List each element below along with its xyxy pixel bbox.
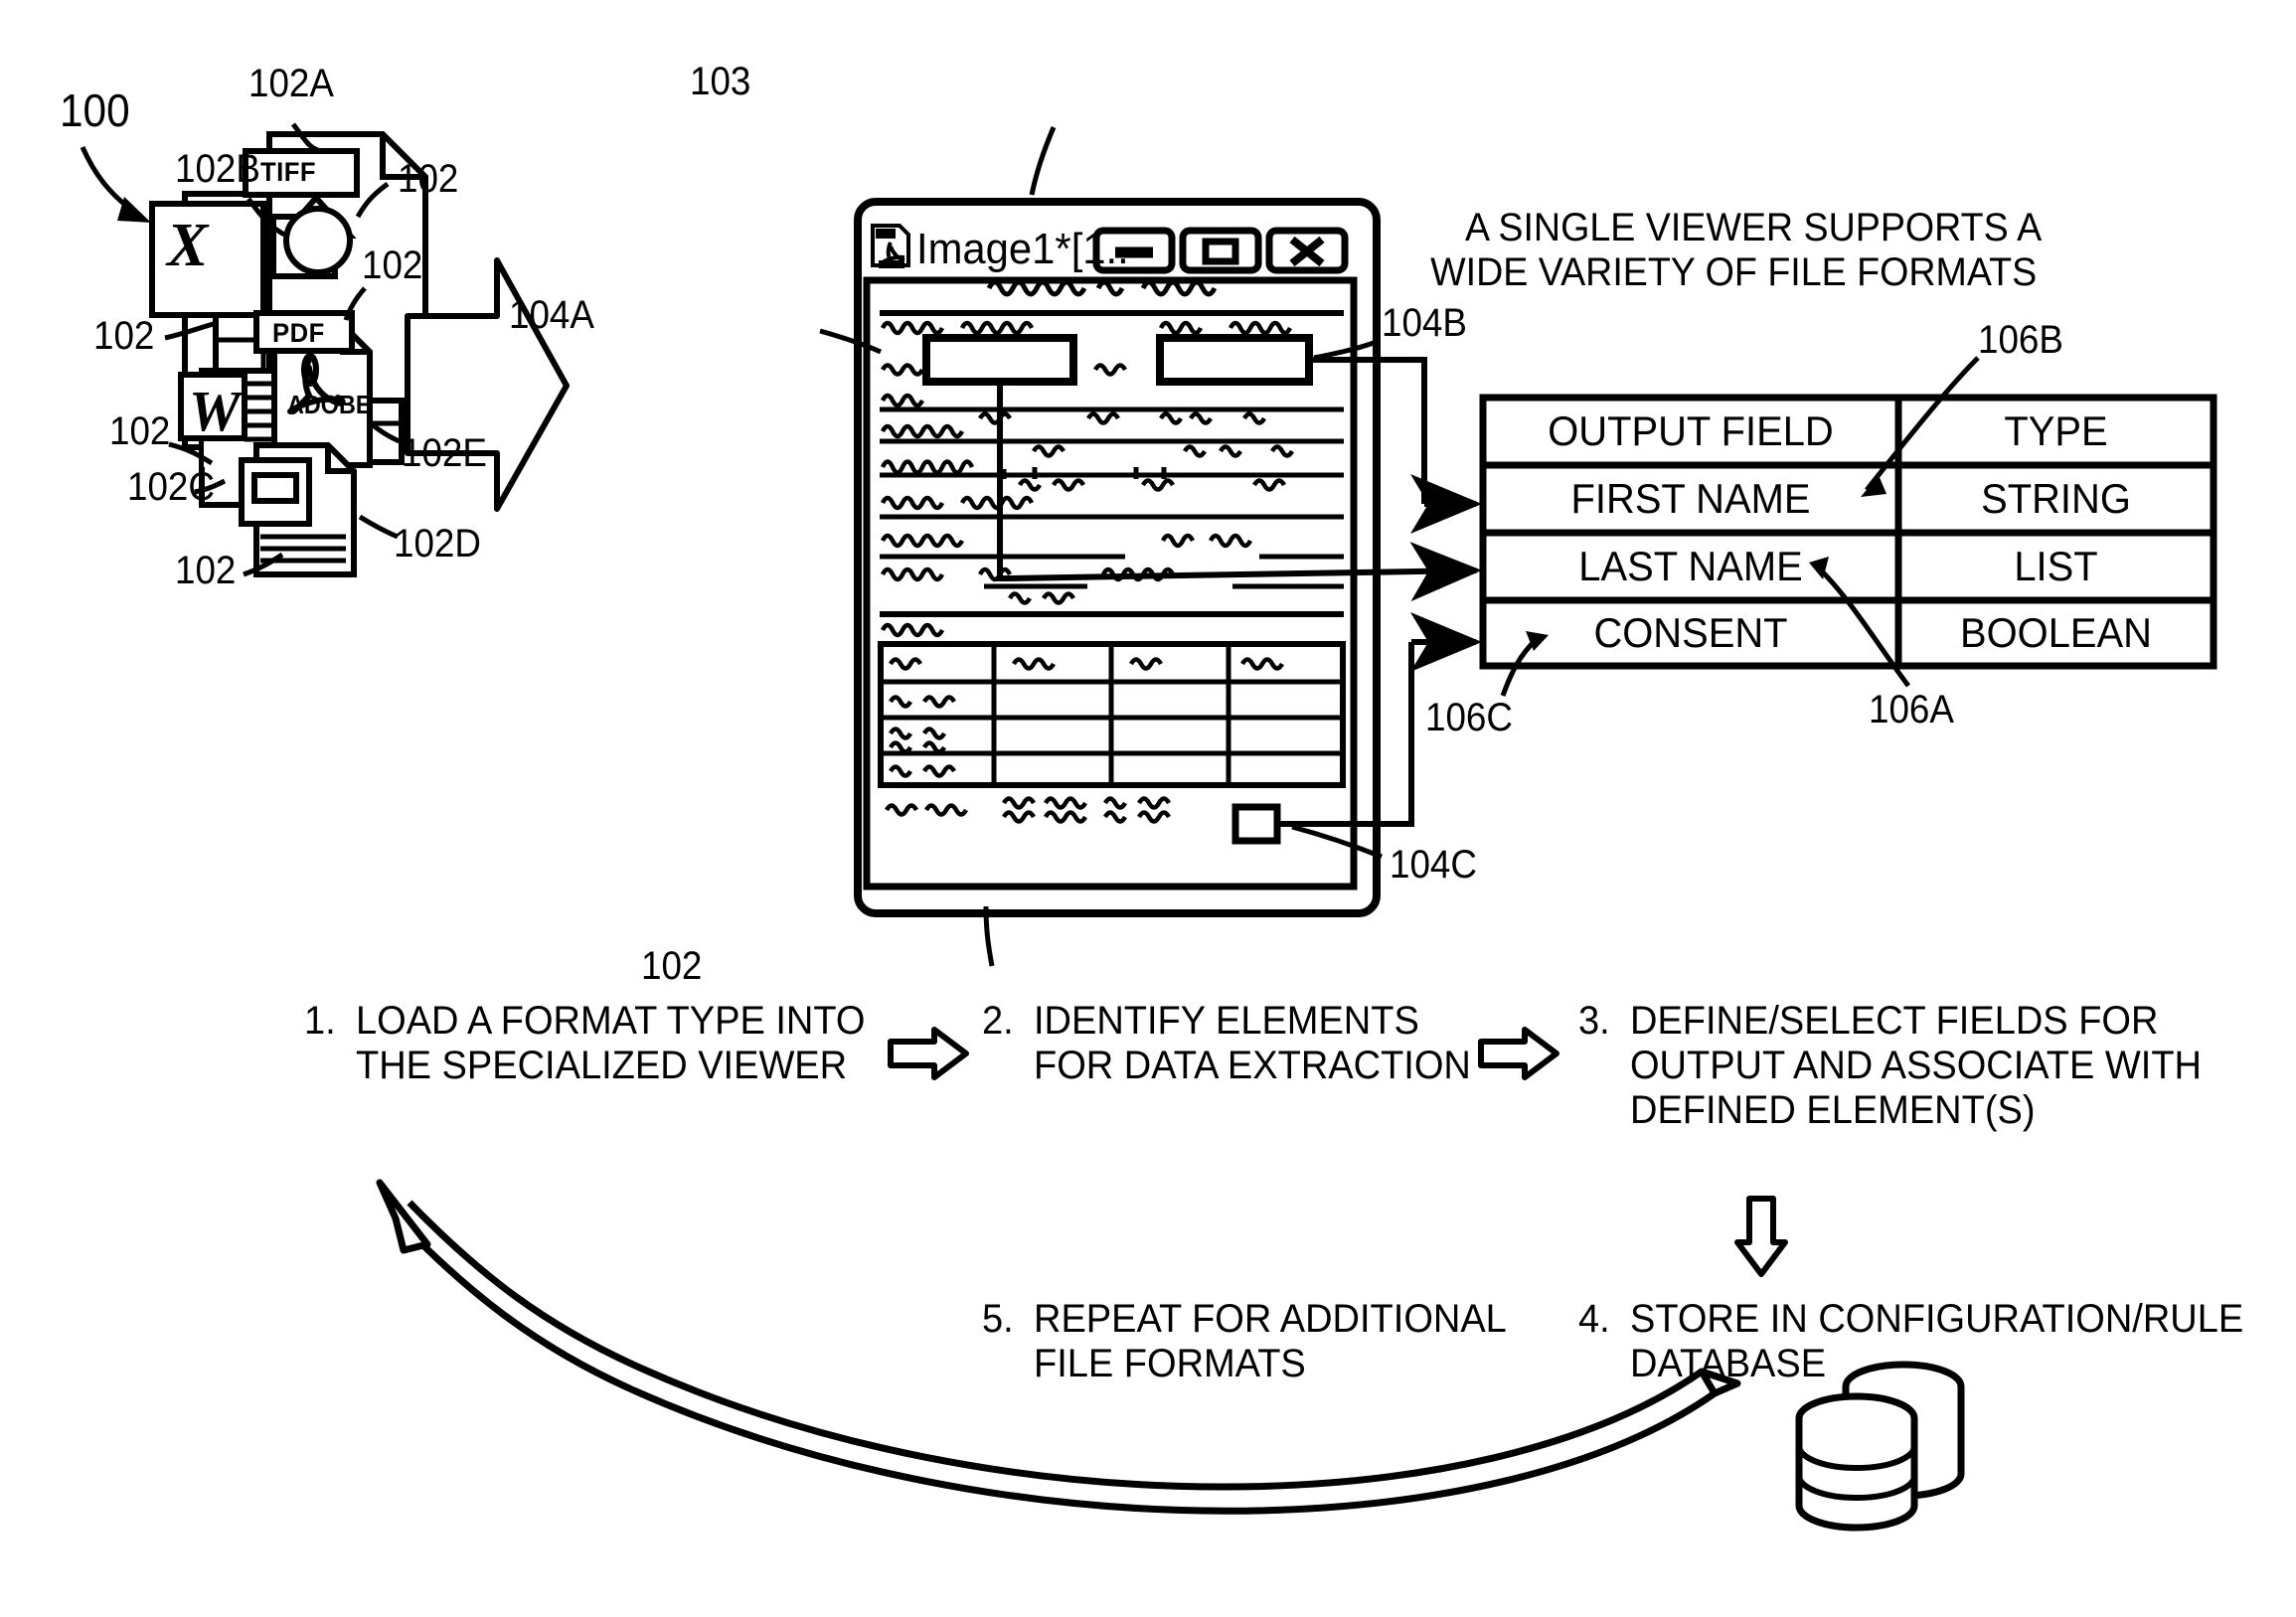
table-row-field-0[interactable]: FIRST NAME <box>1493 465 1887 533</box>
form-element-last-name <box>1156 334 1313 386</box>
ref-102C: 102C <box>127 465 215 509</box>
window-control-buttons[interactable] <box>1092 227 1349 274</box>
ref-102-word: 102 <box>109 409 171 453</box>
form-element-first-name <box>922 334 1077 386</box>
step-3-number: 3. <box>1578 999 1610 1043</box>
viewer-document-page <box>863 276 1358 890</box>
step-arrow-3-4 <box>1734 1196 1788 1277</box>
step-arrow-2-3 <box>1478 1027 1559 1080</box>
form-element-consent-checkbox <box>1231 803 1281 845</box>
caption-text: A SINGLE VIEWER SUPPORTS A WIDE VARIETY … <box>1430 205 2043 294</box>
word-w-glyph: W <box>189 379 241 443</box>
ref-102E: 102E <box>402 431 487 475</box>
step-4-text: STORE IN CONFIGURATION/RULE DATABASE <box>1630 1297 2244 1385</box>
step-1-text: LOAD A FORMAT TYPE INTO THE SPECIALIZED … <box>356 999 866 1087</box>
tiff-label: TIFF <box>260 157 317 187</box>
ref-102D: 102D <box>394 522 481 566</box>
table-header-output-field: OUTPUT FIELD <box>1548 407 1834 454</box>
window-app-pdf-icon <box>871 224 910 268</box>
ref-102-pdf: 102 <box>362 243 423 287</box>
excel-x-glyph: X <box>167 212 209 279</box>
ref-102-bottom: 102 <box>175 549 237 592</box>
viewer-support-caption: A SINGLE VIEWER SUPPORTS A WIDE VARIETY … <box>1425 161 2042 339</box>
table-row-type-0[interactable]: STRING <box>1906 465 2206 533</box>
ref-106C: 106C <box>1425 696 1513 739</box>
table-row-field-1[interactable]: LAST NAME <box>1493 533 1887 600</box>
presentation-document-icon <box>239 442 357 577</box>
figure-number: 100 <box>60 84 130 136</box>
step-5-number: 5. <box>982 1297 1014 1341</box>
step-1-number: 1. <box>304 999 336 1043</box>
step-3-text: DEFINE/SELECT FIELDS FOR OUTPUT AND ASSO… <box>1630 999 2203 1132</box>
ref-102B: 102B <box>175 147 260 191</box>
ref-102-tiff: 102 <box>398 157 459 201</box>
step-arrow-1-2 <box>888 1027 969 1080</box>
ref-102-excel: 102 <box>93 314 155 358</box>
table-row-type-1[interactable]: LIST <box>1906 533 2206 600</box>
ref-106A: 106A <box>1869 688 1954 731</box>
ref-102A: 102A <box>248 62 334 105</box>
table-row-field-2[interactable]: CONSENT <box>1493 600 1887 666</box>
figure-lead-arrow <box>80 145 151 223</box>
table-row-type-2[interactable]: BOOLEAN <box>1906 600 2206 666</box>
window-title: Image1*[1.. <box>916 225 1129 273</box>
step-4-number: 4. <box>1578 1297 1610 1341</box>
ref-103: 103 <box>690 60 751 103</box>
ref-104C: 104C <box>1390 843 1477 887</box>
patent-figure-canvas: 100 102A 102B 102 102 102 102 102C 102 1… <box>0 0 2296 1617</box>
step-5-text: REPEAT FOR ADDITIONAL FILE FORMATS <box>1034 1297 1507 1385</box>
step-2-text: IDENTIFY ELEMENTS FOR DATA EXTRACTION <box>1034 999 1471 1087</box>
step-2-number: 2. <box>982 999 1014 1043</box>
adobe-label: ADOBE <box>287 390 372 419</box>
pdf-label: PDF <box>272 318 325 348</box>
ref-106B: 106B <box>1978 318 2063 362</box>
table-header-type: TYPE <box>2004 407 2108 454</box>
ref-104A: 104A <box>509 293 594 337</box>
ref-102-viewer-doc: 102 <box>641 944 703 988</box>
database-icon <box>1795 1361 1965 1532</box>
